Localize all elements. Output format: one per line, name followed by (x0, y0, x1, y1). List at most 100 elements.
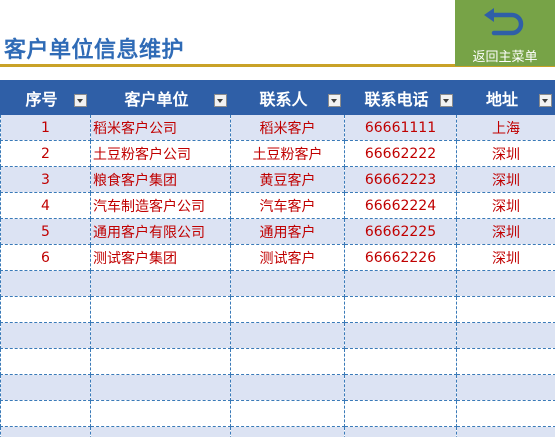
filter-dropdown-icon[interactable] (539, 94, 552, 107)
cell-contact[interactable]: 黄豆客户 (230, 166, 345, 193)
back-to-main-menu-button[interactable]: 返回主菜单 (455, 0, 555, 66)
cell-phone[interactable] (344, 426, 457, 437)
cell-index[interactable] (0, 348, 91, 375)
cell-address[interactable]: 深圳 (456, 218, 555, 245)
cell-address[interactable]: 上海 (456, 114, 555, 141)
cell-contact[interactable]: 土豆粉客户 (230, 140, 345, 167)
cell-index[interactable]: 5 (0, 218, 91, 245)
cell-phone[interactable] (344, 348, 457, 375)
cell-phone[interactable]: 66662224 (344, 192, 457, 219)
column-header-label: 客户单位 (124, 89, 189, 109)
table-row (0, 270, 555, 297)
cell-phone[interactable] (344, 270, 457, 297)
table-row (0, 348, 555, 375)
table-row: 5 通用客户有限公司 通用客户 66662225 深圳 (0, 218, 555, 245)
cell-index[interactable] (0, 270, 91, 297)
column-header-label: 联系电话 (364, 89, 429, 109)
cell-address[interactable]: 深圳 (456, 244, 555, 271)
cell-contact[interactable] (230, 400, 345, 427)
table-row (0, 296, 555, 323)
cell-index[interactable]: 3 (0, 166, 91, 193)
cell-contact[interactable] (230, 296, 345, 323)
cell-company[interactable]: 通用客户有限公司 (90, 218, 231, 245)
table-body: 1 稻米客户公司 稻米客户 66661111 上海 2 土豆粉客户公司 土豆粉客户 666622… (0, 114, 555, 437)
cell-index[interactable] (0, 322, 91, 349)
cell-company[interactable]: 稻米客户公司 (90, 114, 231, 141)
table-row: 2 土豆粉客户公司 土豆粉客户 66662222 深圳 (0, 140, 555, 167)
cell-company[interactable] (90, 400, 231, 427)
cell-address[interactable] (456, 426, 555, 437)
table-row (0, 400, 555, 427)
back-button-label: 返回主菜单 (472, 50, 538, 65)
cell-phone[interactable] (344, 296, 457, 323)
column-header-index: 序号 (0, 80, 91, 115)
return-arrow-icon (484, 8, 524, 36)
cell-contact[interactable] (230, 270, 345, 297)
cell-phone[interactable] (344, 374, 457, 401)
cell-company[interactable]: 测试客户集团 (90, 244, 231, 271)
table-row: 1 稻米客户公司 稻米客户 66661111 上海 (0, 114, 555, 141)
cell-company[interactable] (90, 348, 231, 375)
cell-contact[interactable]: 通用客户 (230, 218, 345, 245)
filter-dropdown-icon[interactable] (440, 94, 453, 107)
cell-index[interactable]: 2 (0, 140, 91, 167)
cell-company[interactable] (90, 296, 231, 323)
table-row: 3 粮食客户集团 黄豆客户 66662223 深圳 (0, 166, 555, 193)
cell-address[interactable] (456, 270, 555, 297)
customer-table-region: 序号 客户单位 联系人 联系电话 地址 1 稻米客户公司 稻米客户 666611… (0, 80, 555, 437)
filter-dropdown-icon[interactable] (214, 94, 227, 107)
cell-phone[interactable] (344, 400, 457, 427)
table-header-row: 序号 客户单位 联系人 联系电话 地址 (0, 80, 555, 115)
table-row (0, 374, 555, 401)
cell-address[interactable] (456, 348, 555, 375)
cell-phone[interactable]: 66662222 (344, 140, 457, 167)
cell-company[interactable] (90, 426, 231, 437)
filter-dropdown-icon[interactable] (328, 94, 341, 107)
customer-table: 序号 客户单位 联系人 联系电话 地址 1 稻米客户公司 稻米客户 666611… (0, 80, 555, 437)
cell-phone[interactable]: 66661111 (344, 114, 457, 141)
cell-company[interactable]: 汽车制造客户公司 (90, 192, 231, 219)
column-header-label: 序号 (25, 89, 58, 109)
column-header-label: 地址 (485, 89, 518, 109)
cell-address[interactable]: 深圳 (456, 192, 555, 219)
cell-address[interactable]: 深圳 (456, 140, 555, 167)
cell-address[interactable] (456, 374, 555, 401)
table-row (0, 322, 555, 349)
cell-index[interactable] (0, 374, 91, 401)
table-row: 4 汽车制造客户公司 汽车客户 66662224 深圳 (0, 192, 555, 219)
cell-company[interactable]: 粮食客户集团 (90, 166, 231, 193)
column-header-label: 联系人 (259, 89, 308, 109)
cell-company[interactable] (90, 322, 231, 349)
cell-address[interactable]: 深圳 (456, 166, 555, 193)
customer-maintenance-sheet: 客户单位信息维护 返回主菜单 序号 客户单位 联系人 联系电话 地址 1 稻米客… (0, 0, 555, 437)
cell-contact[interactable] (230, 322, 345, 349)
page-title: 客户单位信息维护 (4, 38, 185, 63)
cell-company[interactable] (90, 270, 231, 297)
cell-address[interactable] (456, 400, 555, 427)
cell-index[interactable] (0, 426, 91, 437)
cell-contact[interactable] (230, 348, 345, 375)
cell-address[interactable] (456, 322, 555, 349)
cell-index[interactable] (0, 400, 91, 427)
cell-contact[interactable]: 稻米客户 (230, 114, 345, 141)
cell-index[interactable]: 6 (0, 244, 91, 271)
cell-phone[interactable]: 66662223 (344, 166, 457, 193)
cell-company[interactable] (90, 374, 231, 401)
table-row: 6 测试客户集团 测试客户 66662226 深圳 (0, 244, 555, 271)
cell-phone[interactable] (344, 322, 457, 349)
cell-index[interactable]: 4 (0, 192, 91, 219)
filter-dropdown-icon[interactable] (74, 94, 87, 107)
cell-company[interactable]: 土豆粉客户公司 (90, 140, 231, 167)
cell-phone[interactable]: 66662225 (344, 218, 457, 245)
cell-index[interactable] (0, 296, 91, 323)
column-header-contact: 联系人 (230, 80, 345, 115)
cell-contact[interactable]: 汽车客户 (230, 192, 345, 219)
cell-contact[interactable]: 测试客户 (230, 244, 345, 271)
cell-contact[interactable] (230, 426, 345, 437)
cell-address[interactable] (456, 296, 555, 323)
cell-contact[interactable] (230, 374, 345, 401)
cell-index[interactable]: 1 (0, 114, 91, 141)
cell-phone[interactable]: 66662226 (344, 244, 457, 271)
table-row (0, 426, 555, 437)
column-header-company: 客户单位 (90, 80, 231, 115)
